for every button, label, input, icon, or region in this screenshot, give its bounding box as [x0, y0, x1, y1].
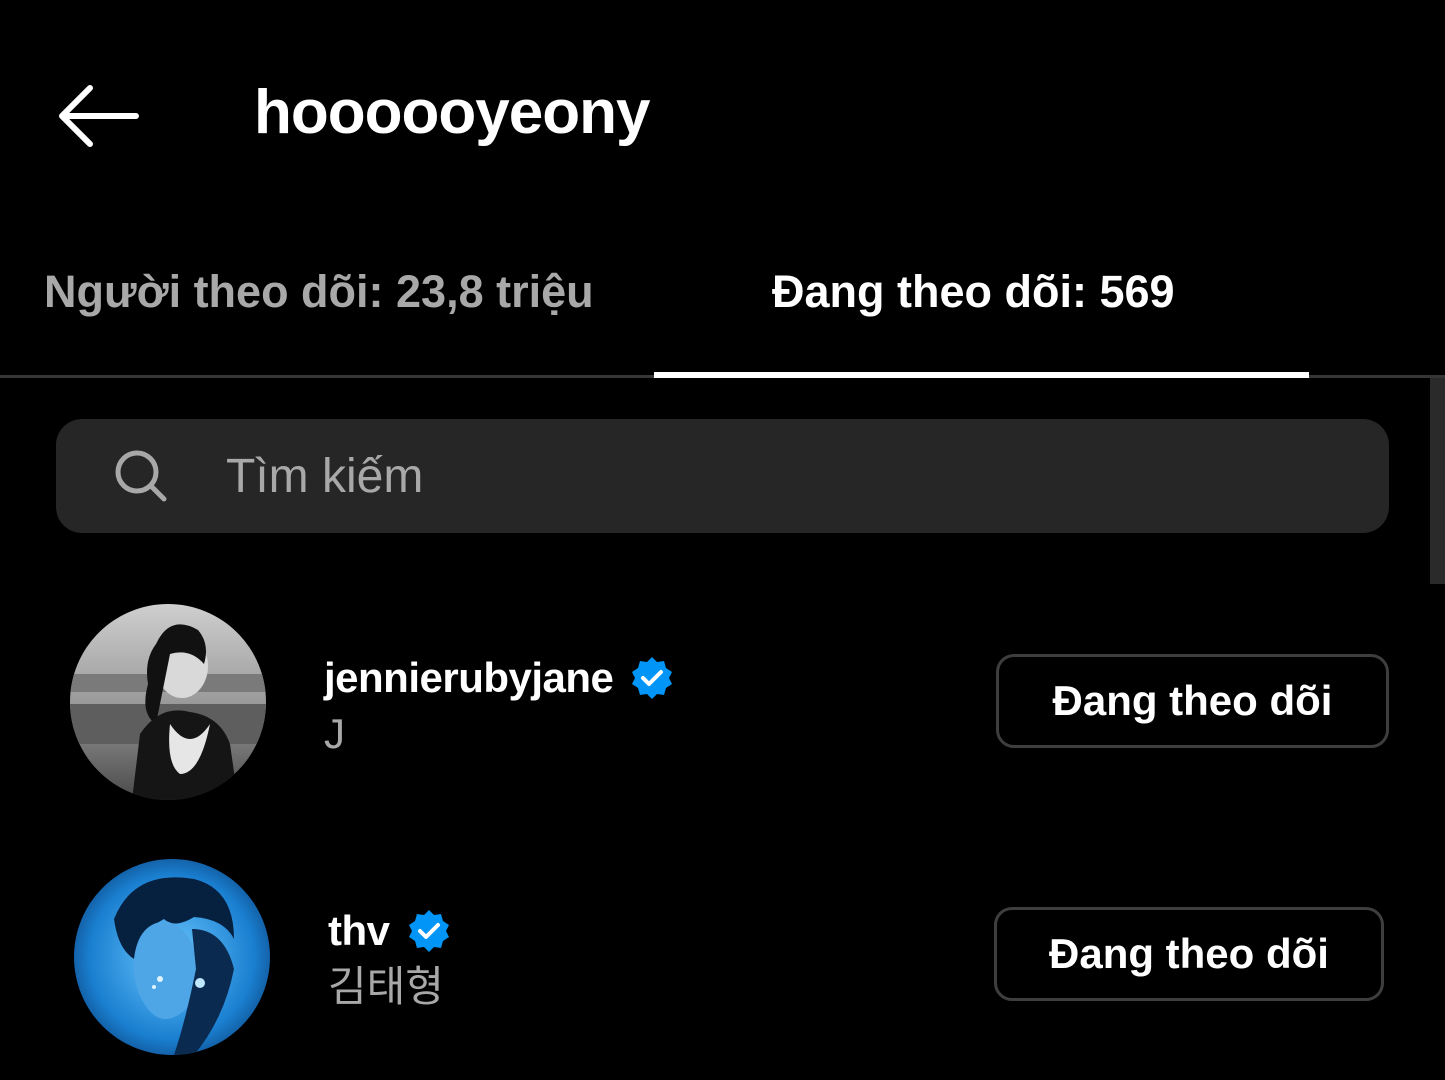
- list-item[interactable]: jennierubyjane J Đang theo dõi: [0, 590, 1445, 810]
- tab-followers[interactable]: Người theo dõi: 23,8 triệu: [44, 262, 594, 322]
- verified-badge-icon: [408, 910, 449, 952]
- username-label[interactable]: jennierubyjane: [324, 650, 614, 706]
- user-info: jennierubyjane J: [324, 650, 675, 762]
- top-header: hoooooyeony: [0, 0, 1445, 230]
- tab-following[interactable]: Đang theo dõi: 569: [772, 262, 1175, 322]
- search-input[interactable]: [226, 440, 1326, 512]
- full-name-label: 김태형: [328, 963, 444, 1010]
- avatar[interactable]: [70, 604, 266, 800]
- following-button[interactable]: Đang theo dõi: [994, 907, 1384, 1001]
- follow-tabs: Người theo dõi: 23,8 triệu Đang theo dõi…: [0, 230, 1445, 380]
- username-label[interactable]: thv: [328, 903, 390, 959]
- back-button[interactable]: [52, 78, 144, 154]
- arrow-left-icon: [59, 85, 139, 147]
- user-info: thv 김태형: [328, 903, 452, 1015]
- avatar[interactable]: [74, 859, 270, 1055]
- search-icon: [115, 450, 167, 502]
- page-title: hoooooyeony: [254, 78, 650, 147]
- list-item[interactable]: thv 김태형 Đang theo dõi: [0, 845, 1445, 1065]
- verified-badge-icon: [632, 657, 673, 699]
- following-button[interactable]: Đang theo dõi: [996, 654, 1389, 748]
- active-tab-indicator: [654, 372, 1309, 378]
- full-name-label: J: [324, 710, 345, 757]
- scrollbar[interactable]: [1430, 378, 1445, 584]
